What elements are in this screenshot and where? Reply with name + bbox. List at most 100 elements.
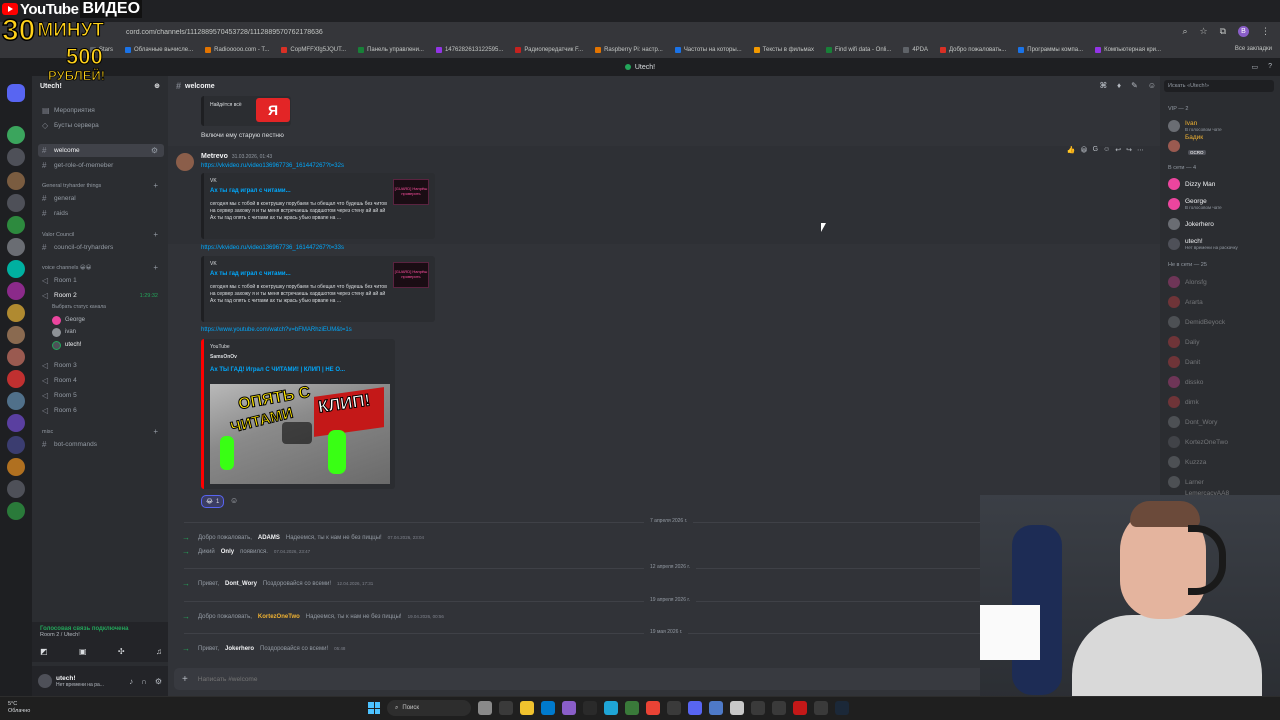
taskbar-app-icon[interactable] [709,701,723,715]
boosts-item[interactable]: ◇ Бусты сервера [38,119,164,132]
server-icon[interactable] [7,392,25,410]
voice-room-6[interactable]: ◁ Room 6 [38,404,164,417]
embed-title[interactable]: Ах ты гад играл с читами... [210,271,291,277]
bookmark-item[interactable]: Панель управлени... [358,47,424,53]
member-item[interactable]: Ivan В голосовом чате [1168,118,1278,134]
bookmark-item[interactable]: Радиопередатчик F... [515,47,583,53]
taskbar-app-icon[interactable] [562,701,576,715]
address-bar[interactable]: cord.com/channels/1112889570453728/11128… [0,22,1280,42]
thumbs-up-icon[interactable]: 👍 [1067,146,1076,154]
bookmark-item[interactable]: 1476282613122595... [435,47,503,53]
threads-icon[interactable]: ⌘ [1100,81,1107,90]
app-badge-icon[interactable]: G [1093,146,1098,154]
member-item[interactable]: Kuzzza [1168,454,1278,470]
add-channel-icon[interactable]: + [153,181,158,190]
member-item[interactable]: George В голосовом чате [1168,196,1278,212]
embed-thumbnail[interactable]: [GUARD] Напрёш проверить [393,179,429,205]
microphone-icon[interactable]: ♪ [129,677,133,686]
bookmark-item[interactable]: Компьютерная кри... [1095,47,1161,53]
server-icon[interactable] [7,370,25,388]
bookmark-item[interactable]: Raspberry Pi: настр... [595,47,663,53]
channel-get-role[interactable]: # get-role-of-memeber [38,159,164,172]
channel-raids[interactable]: # raids [38,207,164,220]
bookmark-item[interactable]: CopMFFXfg5JQUT... [281,47,346,53]
bookmark-item[interactable]: Программы компа... [1018,47,1083,53]
server-icon[interactable] [7,480,25,498]
category-voice[interactable]: voice channels 😀😀 + [38,261,164,274]
category-valor[interactable]: Valor Council + [38,228,164,241]
taskbar-app-icon[interactable] [499,701,513,715]
play-button-icon[interactable] [282,422,312,444]
taskbar-search[interactable]: ⌕ Поиск [387,700,471,716]
bookmark-item[interactable]: Добро пожаловать... [940,47,1006,53]
embed-channel[interactable]: SamsOnOv [210,354,237,360]
reaction-chip[interactable]: 😂 1 [201,495,225,508]
server-icon[interactable] [7,282,25,300]
taskbar-app-icon[interactable] [541,701,555,715]
weather-widget[interactable]: 5°C Облачно [8,701,30,715]
attach-plus-icon[interactable]: + [182,674,188,685]
member-item[interactable]: DemidBeyock [1168,314,1278,330]
voice-user[interactable]: utech! [52,339,81,351]
server-icon[interactable] [7,126,25,144]
browser-menu-icon[interactable]: ⋮ [1261,26,1270,37]
server-icon[interactable] [7,148,25,166]
member-item[interactable]: Larner [1168,474,1278,490]
activities-icon[interactable]: ✣ [118,647,125,656]
taskbar-app-icon[interactable] [604,701,618,715]
taskbar-app-icon[interactable] [478,701,492,715]
user-avatar[interactable] [38,674,52,688]
voice-user[interactable]: ivan [52,326,76,338]
message-link[interactable]: https://vkvideo.ru/video136967736_161447… [201,245,344,251]
member-item[interactable]: KortezOneTwo [1168,434,1278,450]
embed-thumbnail[interactable]: [GUARD] Напрёш проверить [393,262,429,288]
profile-avatar[interactable]: B [1238,26,1249,37]
message-input[interactable] [197,675,998,683]
more-options-icon[interactable]: ⋯ [1137,146,1144,154]
member-item[interactable]: Ararta [1168,294,1278,310]
voice-room-1[interactable]: ◁ Room 1 [38,274,164,287]
voice-room-3[interactable]: ◁ Room 3 [38,359,164,372]
all-bookmarks-link[interactable]: Все закладки [1235,46,1272,52]
help-icon[interactable]: ? [1268,63,1272,71]
server-icon[interactable] [7,436,25,454]
message-link[interactable]: https://www.youtube.com/watch?v=bFMARhzi… [201,327,352,333]
add-channel-icon[interactable]: + [153,230,158,239]
taskbar-app-icon[interactable] [583,701,597,715]
member-item[interactable]: Danit [1168,354,1278,370]
taskbar-app-icon[interactable] [667,701,681,715]
bookmark-item[interactable]: Radiooooo.com - T... [205,47,269,53]
taskbar-app-icon[interactable] [730,701,744,715]
author-avatar[interactable] [176,153,194,171]
server-icon[interactable] [7,194,25,212]
voice-room-name[interactable]: Room 2 / Utech! [40,632,160,638]
events-item[interactable]: ▤ Мероприятия [38,104,164,117]
voice-user[interactable]: George [52,314,85,326]
voice-status-hint[interactable]: Выбрать статус канала [52,301,106,313]
member-item[interactable]: dissko [1168,374,1278,390]
bookmark-item[interactable]: Частоты на которы... [674,47,742,53]
add-reaction-icon[interactable]: ☺ [1103,146,1110,154]
channel-settings-icon[interactable]: ⚙ [151,146,158,155]
voice-room-5[interactable]: ◁ Room 5 [38,389,164,402]
embed-title[interactable]: Ах ты гад играл с читами... [210,188,291,194]
add-reaction-icon[interactable]: ☺ [230,496,238,505]
invite-icon[interactable]: ⊕ [154,82,160,90]
member-item[interactable]: utech! Нет времени на раскачку [1168,236,1278,252]
headphones-icon[interactable]: ∩ [141,677,147,686]
add-channel-icon[interactable]: + [153,263,158,272]
server-search-input[interactable]: Искать «Utech!» [1164,80,1274,92]
member-item[interactable]: dimk [1168,394,1278,410]
message-author[interactable]: Metrevo 31.03.2026, 01:43 [201,153,272,160]
taskbar-app-icon[interactable] [751,701,765,715]
forward-icon[interactable]: ↪ [1126,146,1132,154]
server-icon[interactable] [7,238,25,256]
video-thumbnail[interactable]: ОПЯТЬ С ЧИТАМИ КЛИП! [210,384,390,484]
member-item[interactable]: Бадик GCRO [1168,134,1278,155]
url-text[interactable]: cord.com/channels/1112889570453728/11128… [126,29,323,36]
bookmark-star-icon[interactable]: ☆ [1199,26,1207,37]
member-list-icon[interactable]: ☺ [1148,81,1156,90]
emoji-icon[interactable]: 😀 [1080,146,1087,154]
zoom-icon[interactable]: ⌕ [1182,26,1187,37]
channel-council[interactable]: # council-of-tryharders [38,241,164,254]
